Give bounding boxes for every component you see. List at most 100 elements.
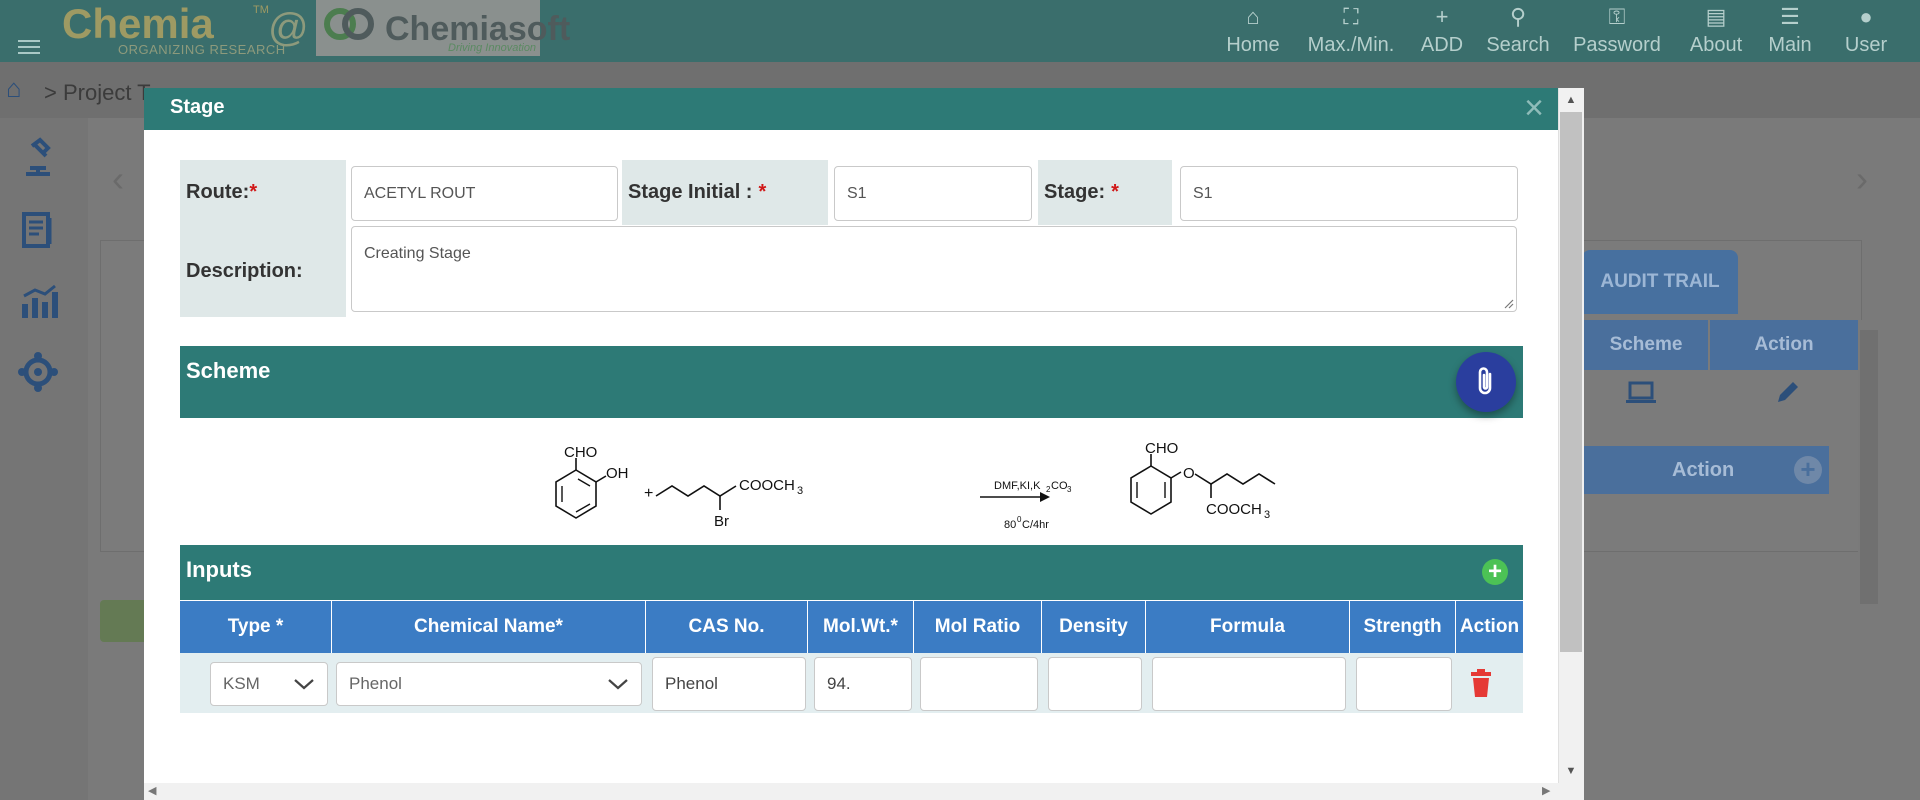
add-input-button[interactable]: + [1482,559,1508,585]
maximize-icon: ⛶ [1343,4,1359,29]
tab-audit-trail[interactable]: AUDIT TRAIL [1582,250,1738,314]
description-textarea[interactable]: Creating Stage [351,226,1517,312]
home-icon: ⌂ [1246,4,1260,29]
conditions-text: 80 [1004,519,1016,531]
description-text: Creating Stage [364,245,471,262]
plus-icon: + [1435,4,1449,29]
paperclip-icon [1478,367,1492,395]
stage-initial-label-text: Stage Initial : [628,181,753,203]
nav-home-label: Home [1226,34,1280,56]
stage-input[interactable]: S1 [1180,166,1518,221]
reagents-text: DMF,KI,K [994,480,1041,492]
notebook-icon[interactable] [16,208,60,252]
nav-maximize-label: Max./Min. [1307,34,1395,56]
analytics-icon[interactable] [16,280,60,324]
chevron-down-icon [294,679,314,690]
required-mark: * [758,181,767,203]
brand-tagline: ORGANIZING RESEARCH [118,42,286,57]
nav-add[interactable]: + ADD [1414,0,1470,62]
nav-user-label: User [1844,34,1888,56]
reactant2-ester-sub: 3 [797,485,803,497]
inputs-title: Inputs [186,557,252,582]
description-label: Description: [180,225,346,317]
inputs-section-header: Inputs + [180,545,1523,600]
bg-add-icon[interactable]: + [1794,456,1822,484]
reactant2-br: Br [714,513,729,530]
scroll-right-arrow-icon[interactable]: ▶ [1542,783,1550,800]
next-arrow-icon[interactable]: › [1856,158,1868,200]
close-icon[interactable]: × [1516,90,1552,126]
modal-scrollbar-thumb[interactable] [1560,112,1582,652]
formula-input[interactable] [1152,657,1346,711]
col-header-formula: Formula [1146,601,1350,653]
nav-main[interactable]: ☰ Main [1762,0,1818,62]
bg-scrollbar-thumb[interactable] [1860,330,1878,604]
strength-input[interactable] [1356,657,1452,711]
route-input[interactable]: ACETYL ROUT [351,166,618,221]
product-ester: COOCH [1206,501,1262,518]
delete-trash-icon[interactable] [1470,669,1492,697]
cas-no-input[interactable]: Phenol [652,657,806,711]
col-header-density: Density [1042,601,1146,653]
route-label-text: Route: [186,181,250,203]
modal-title: Stage [170,96,225,118]
stage-label: Stage: * [1038,160,1172,225]
breadcrumb[interactable]: > Project T [44,80,151,106]
stage-initial-label: Stage Initial : * [622,160,828,225]
nav-search[interactable]: ⚲ Search [1480,0,1556,62]
prev-arrow-icon[interactable]: ‹ [112,158,124,200]
key-icon: ⚿ [1608,4,1626,29]
nav-password[interactable]: ⚿ Password [1566,0,1668,62]
nav-about[interactable]: ▤ About [1684,0,1748,62]
required-mark: * [249,181,258,203]
scroll-left-arrow-icon[interactable]: ◀ [148,783,156,800]
bg-add-button[interactable] [100,600,148,642]
nav-password-label: Password [1573,34,1661,56]
bg-action-bar-label: Action [1672,459,1735,481]
col-header-strength: Strength [1350,601,1456,653]
required-mark: * [1111,181,1119,203]
laptop-icon[interactable] [1626,380,1656,406]
bg-col-scheme: Scheme [1584,320,1708,370]
scroll-up-arrow-icon[interactable]: ▲ [1558,88,1584,110]
col-header-mol-ratio: Mol Ratio [914,601,1042,653]
edit-pencil-icon[interactable] [1774,378,1802,406]
breadcrumb-home-icon[interactable]: ⌂ [6,73,22,104]
type-select[interactable]: KSM [210,662,328,706]
nav-home[interactable]: ⌂ Home [1222,0,1284,62]
reactant1-cho: CHO [564,444,597,461]
resize-grip-icon[interactable] [1502,297,1514,309]
reactant2-ester: COOCH [739,477,795,494]
microscope-icon[interactable] [16,136,60,180]
brand-trademark: TM [253,4,269,16]
user-icon: ● [1859,4,1873,29]
scheme-section-header: Scheme [180,346,1523,418]
bg-col-action: Action [1710,320,1858,370]
chemical-name-select[interactable]: Phenol [336,662,642,706]
partner-logo-rings-icon [324,8,374,40]
col-header-mol-wt: Mol.Wt.* [808,601,914,653]
hamburger-menu-icon[interactable] [18,36,40,54]
reagents-end: CO [1051,480,1068,492]
stage-modal: Stage × Route: * ACETYL ROUT Stage Initia… [144,88,1584,800]
nav-search-label: Search [1486,34,1550,56]
chevron-down-icon [608,679,628,690]
nav-maximize[interactable]: ⛶ Max./Min. [1302,0,1400,62]
modal-header: Stage × [144,88,1558,130]
product-cho: CHO [1145,440,1178,457]
stage-initial-input[interactable]: S1 [834,166,1032,221]
attach-scheme-button[interactable] [1456,352,1516,412]
col-header-action: Action [1456,601,1523,653]
scheme-title: Scheme [186,358,271,383]
plus-sign: + [644,485,653,502]
route-label: Route: * [180,160,346,225]
modal-horizontal-scrollbar[interactable] [144,783,1584,800]
settings-network-icon[interactable] [16,350,60,394]
mol-ratio-input[interactable] [920,657,1038,711]
inputs-table: Type * Chemical Name* CAS No. Mol.Wt.* M… [180,601,1523,800]
scroll-down-arrow-icon[interactable]: ▼ [1558,760,1584,782]
mol-wt-input[interactable]: 94. [814,657,912,711]
conditions-end: C/4hr [1022,519,1049,531]
nav-user[interactable]: ● User [1834,0,1898,62]
density-input[interactable] [1048,657,1142,711]
